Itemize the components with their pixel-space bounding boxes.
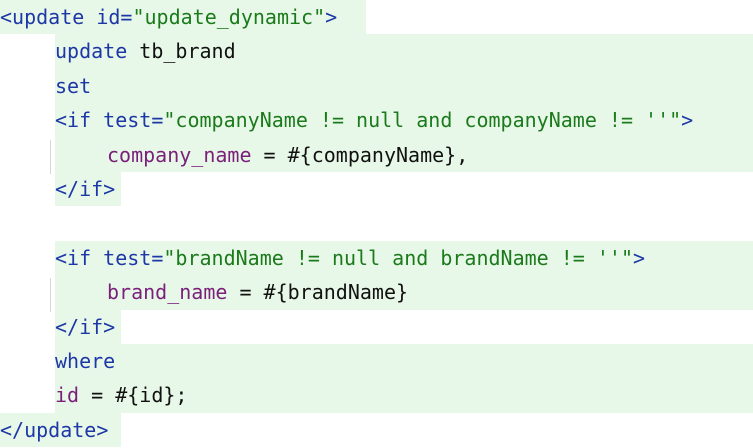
code-text-line-6: </if> <box>55 172 115 206</box>
code-text-line-13: </update> <box>0 413 108 447</box>
token-8-1: <if <box>55 245 104 270</box>
code-text-line-9: brand_name = #{brandName} <box>107 275 408 309</box>
code-line-10: </if> <box>0 309 121 344</box>
token-8-3: "brandName != null and brandName != ''" <box>163 245 633 270</box>
token-4-4: > <box>681 108 694 133</box>
code-line-11: where <box>0 344 753 379</box>
token-4-2: test= <box>103 108 164 133</box>
code-line-9: brand_name = #{brandName} <box>0 275 753 310</box>
code-editor[interactable]: <update id="update_dynamic"> update tb_b… <box>0 0 753 448</box>
token-3-1: set <box>55 73 92 98</box>
code-text-line-2: update tb_brand <box>55 34 236 68</box>
token-10-1: </if> <box>55 314 116 339</box>
token-5-2: = #{companyName}, <box>251 142 469 167</box>
token-11-1: where <box>55 349 116 373</box>
code-line-4: <if test="companyName != null and compan… <box>0 103 753 138</box>
token-8-2: test= <box>103 245 164 270</box>
code-text-line-8: <if test="brandName != null and brandNam… <box>55 241 645 275</box>
token-1-2: id= <box>96 5 133 29</box>
token-13-1: </update> <box>0 417 109 442</box>
token-6-1: </if> <box>55 177 116 201</box>
token-12-1: id <box>55 383 80 408</box>
code-text-line-1: <update id="update_dynamic"> <box>0 0 337 34</box>
code-text-line-3: set <box>55 69 91 103</box>
code-text-line-12: id = #{id}; <box>55 378 187 412</box>
indent-guide-2 <box>50 278 51 312</box>
code-line-6: </if> <box>0 172 121 207</box>
token-12-2: = #{id}; <box>79 383 188 408</box>
token-2-1: update <box>55 39 140 64</box>
code-line-2: update tb_brand <box>0 34 753 69</box>
token-9-1: brand_name <box>107 280 228 305</box>
token-4-3: "companyName != null and companyName != … <box>163 108 682 133</box>
code-text-line-4: <if test="companyName != null and compan… <box>55 103 693 137</box>
token-8-4: > <box>633 245 646 270</box>
code-line-13: </update> <box>0 412 121 448</box>
token-2-2: tb_brand <box>139 39 236 64</box>
token-4-1: <if <box>55 108 104 133</box>
code-text-line-11: where <box>55 344 115 378</box>
code-line-1: <update id="update_dynamic"> <box>0 0 366 35</box>
code-line-12: id = #{id}; <box>0 378 753 413</box>
token-1-1: <update <box>0 5 97 29</box>
token-5-1: company_name <box>107 142 252 167</box>
code-text-line-10: </if> <box>55 310 115 344</box>
code-line-8: <if test="brandName != null and brandNam… <box>0 240 753 276</box>
code-text-line-5: company_name = #{companyName}, <box>107 138 468 172</box>
token-9-2: = #{brandName} <box>227 280 409 305</box>
code-line-5: company_name = #{companyName}, <box>0 137 753 172</box>
indent-guide-1 <box>50 140 51 174</box>
code-line-3: set <box>0 68 753 104</box>
token-1-4: > <box>325 5 338 29</box>
token-1-3: "update_dynamic" <box>132 5 326 29</box>
